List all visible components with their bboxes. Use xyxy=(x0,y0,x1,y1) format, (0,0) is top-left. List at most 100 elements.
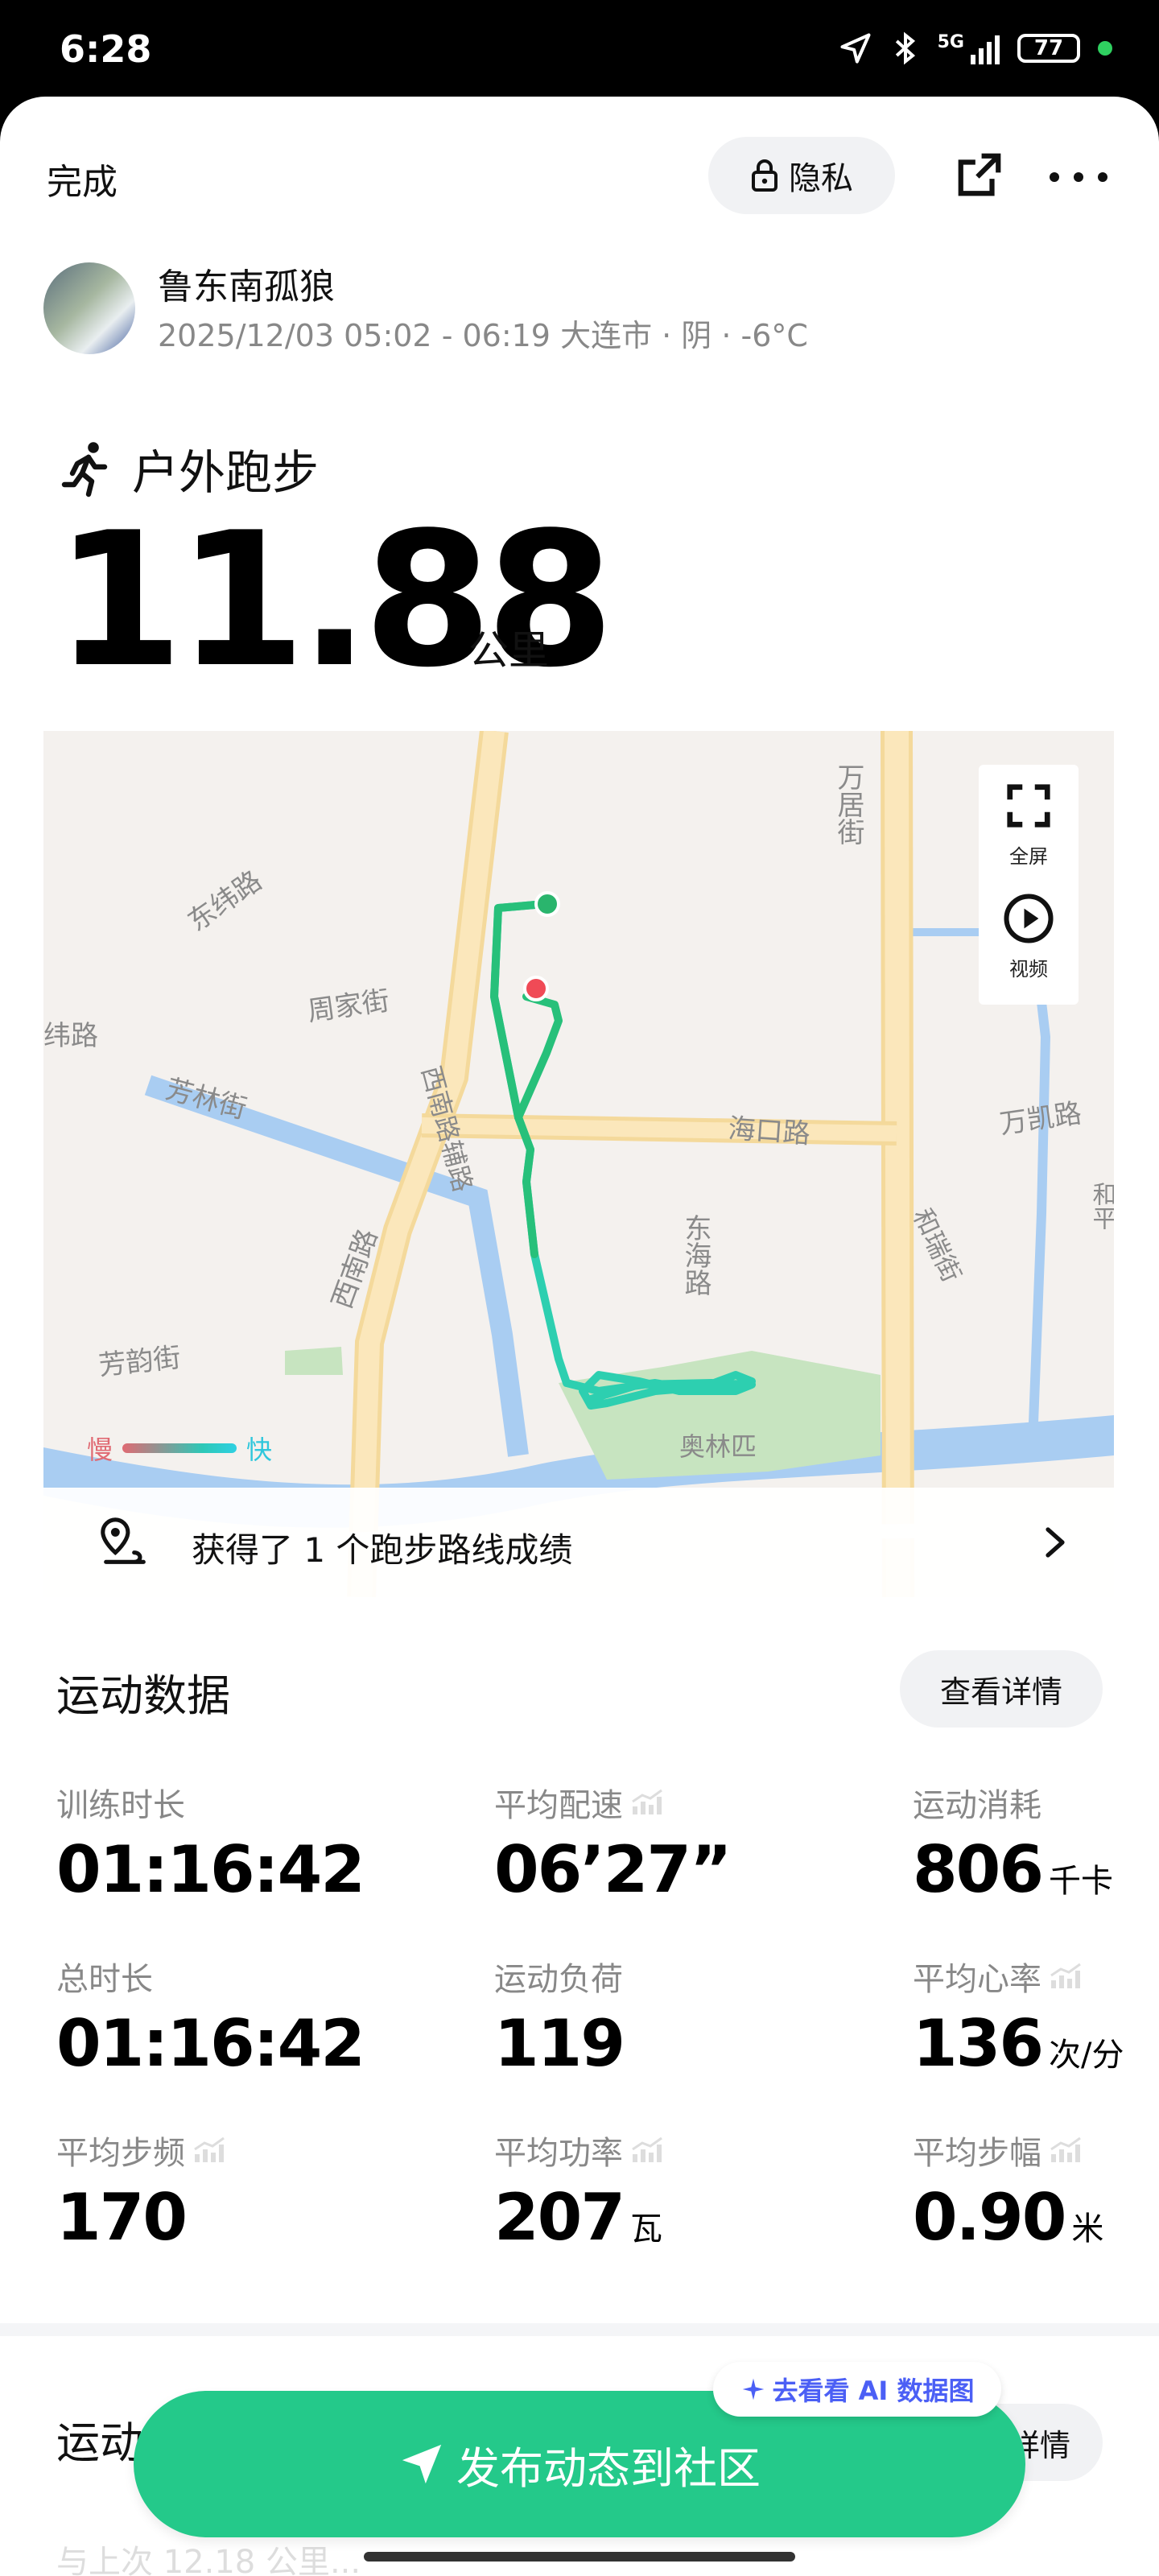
route-end-marker xyxy=(523,976,549,1001)
fullscreen-icon[interactable] xyxy=(1004,781,1054,831)
share-icon[interactable] xyxy=(955,150,1004,200)
stat-label-text: 总时长 xyxy=(56,1961,153,1998)
map-label-fanglin: 芳林街 xyxy=(163,1073,250,1125)
stat-label: 运动负荷 xyxy=(494,1953,624,2000)
road xyxy=(885,731,910,1597)
stat-value-text: 806 xyxy=(913,1832,1044,1907)
stat-value: 0.90 米 xyxy=(913,2180,1103,2255)
stat-label-text: 运动消耗 xyxy=(913,1787,1041,1824)
map-controls: 全屏 视频 xyxy=(979,765,1079,1005)
stat-value-text: 170 xyxy=(56,2180,188,2255)
park xyxy=(285,1347,343,1375)
stat-value-text: 119 xyxy=(494,2006,625,2081)
stat-label: 平均步频 xyxy=(56,2127,225,2174)
stat-item: 运动消耗 806 千卡 xyxy=(913,1779,1113,1907)
signal-bar xyxy=(995,35,1000,64)
battery-indicator: 77 xyxy=(1017,34,1080,63)
stat-unit: 千卡 xyxy=(1049,1863,1113,1900)
running-icon xyxy=(61,442,108,497)
stat-item: 总时长 01:16:42 xyxy=(56,1953,365,2081)
route-achievement-bar[interactable]: 获得了 1 个跑步路线成绩 xyxy=(43,1488,1114,1597)
map-label-wanju: 万居街 xyxy=(832,763,864,845)
section2-faded-text: 与上次 12.18 公里... xyxy=(56,2544,361,2576)
stat-label-text: 平均心率 xyxy=(913,1961,1041,1998)
map-label-aoti: 奥林匹 xyxy=(679,1431,757,1462)
workout-meta: 2025/12/03 05:02 - 06:19 大连市 · 阴 · -6°C xyxy=(158,318,808,353)
route-start-marker xyxy=(534,891,560,917)
map-label-haikou: 海口路 xyxy=(727,1113,811,1150)
map-canvas: 东纬路 周家街 纬路 芳林街 西南路辅路 海口路 东海路 万居街 万凯路 和瑞街… xyxy=(43,731,1114,1597)
route-map[interactable]: 东纬路 周家街 纬路 芳林街 西南路辅路 海口路 东海路 万居街 万凯路 和瑞街… xyxy=(43,731,1114,1597)
road xyxy=(421,1117,897,1141)
map-label-dongwei: 东纬路 xyxy=(182,865,267,938)
stat-value: 806 千卡 xyxy=(913,1832,1113,1907)
workout-sheet: 完成 隐私 鲁东南孤狼 2025/12/03 05:02 - 06:19 大连市… xyxy=(0,97,1159,2576)
done-button[interactable]: 完成 xyxy=(47,153,118,204)
stat-unit: 米 xyxy=(1071,2211,1104,2248)
legend-slow: 慢 xyxy=(87,1435,113,1465)
stat-label-text: 训练时长 xyxy=(56,1787,185,1824)
stat-label-text: 平均步幅 xyxy=(913,2135,1041,2172)
trend-chart-icon[interactable] xyxy=(631,1789,663,1816)
pace-gradient-bar xyxy=(122,1443,237,1453)
map-label-edge: 和平 xyxy=(1088,1182,1115,1230)
map-label-zhoujia: 周家街 xyxy=(306,985,392,1028)
sport-type: 户外跑步 xyxy=(60,435,319,502)
ai-chart-badge[interactable]: 去看看 AI 数据图 xyxy=(713,2362,1001,2417)
fullscreen-label[interactable]: 全屏 xyxy=(979,840,1079,869)
stat-value: 136 次/分 xyxy=(913,2006,1124,2081)
more-options-icon[interactable] xyxy=(1050,172,1107,182)
ai-badge-label: 去看看 AI 数据图 xyxy=(772,2376,975,2406)
section2-title: 运动 xyxy=(56,2417,143,2468)
home-indicator xyxy=(364,2552,795,2562)
stat-label: 总时长 xyxy=(56,1953,364,2000)
stat-label-text: 平均配速 xyxy=(494,1787,623,1824)
stat-item: 运动负荷 119 xyxy=(494,1953,625,2081)
battery-level: 77 xyxy=(1033,36,1064,60)
stat-item: 平均功率 207 瓦 xyxy=(494,2127,663,2255)
publish-label: 发布动态到社区 xyxy=(456,2442,761,2494)
trend-chart-icon[interactable] xyxy=(631,2136,663,2164)
stat-unit: 瓦 xyxy=(630,2211,662,2248)
top-bar: 完成 隐私 xyxy=(0,97,1159,258)
route-achievement-text: 获得了 1 个跑步路线成绩 xyxy=(192,1530,573,1570)
legend-fast: 快 xyxy=(246,1435,273,1465)
section-divider xyxy=(0,2323,1159,2336)
stat-item: 训练时长 01:16:42 xyxy=(56,1779,365,1907)
status-icons: 5G 77 xyxy=(838,31,1112,66)
network-type: 5G xyxy=(937,32,964,52)
privacy-button[interactable]: 隐私 xyxy=(708,137,895,214)
stat-label: 平均心率 xyxy=(913,1953,1124,2000)
status-bar: 6:28 5G 77 xyxy=(0,0,1159,101)
stat-value: 170 xyxy=(56,2180,225,2255)
stat-item: 平均步幅 0.90 米 xyxy=(913,2127,1103,2255)
avatar[interactable] xyxy=(43,262,135,354)
view-details-button[interactable]: 查看详情 xyxy=(900,1650,1103,1728)
trend-chart-icon[interactable] xyxy=(1050,2136,1082,2164)
video-label[interactable]: 视频 xyxy=(979,953,1079,981)
privacy-label: 隐私 xyxy=(789,160,853,197)
stat-item: 平均心率 136 次/分 xyxy=(913,1953,1124,2081)
video-play-icon[interactable] xyxy=(1002,892,1055,945)
map-label-wei: 纬路 xyxy=(43,1020,98,1052)
stat-value: 01:16:42 xyxy=(56,2006,365,2081)
stat-label-text: 平均功率 xyxy=(494,2135,623,2172)
pace-legend: 慢 快 xyxy=(87,1430,272,1467)
stats-title: 运动数据 xyxy=(56,1670,230,1721)
lock-icon xyxy=(752,159,777,192)
stat-value: 06’27” xyxy=(494,1832,732,1907)
stat-label: 运动消耗 xyxy=(913,1779,1113,1826)
trend-chart-icon[interactable] xyxy=(1050,1963,1082,1990)
trend-chart-icon[interactable] xyxy=(193,2136,225,2164)
stat-value-text: 06’27” xyxy=(494,1832,732,1907)
stat-value-text: 136 xyxy=(913,2006,1044,2081)
route-pin-icon xyxy=(101,1517,146,1564)
stat-label-text: 平均步频 xyxy=(56,2135,185,2172)
sport-type-label: 户外跑步 xyxy=(132,445,320,500)
stat-value-text: 0.90 xyxy=(913,2180,1066,2255)
stat-label: 训练时长 xyxy=(56,1779,364,1826)
map-label-wankai: 万凯路 xyxy=(998,1097,1084,1141)
stat-label-text: 运动负荷 xyxy=(494,1961,623,1998)
user-name: 鲁东南孤狼 xyxy=(158,266,335,308)
distance-unit: 公里 xyxy=(468,627,549,674)
